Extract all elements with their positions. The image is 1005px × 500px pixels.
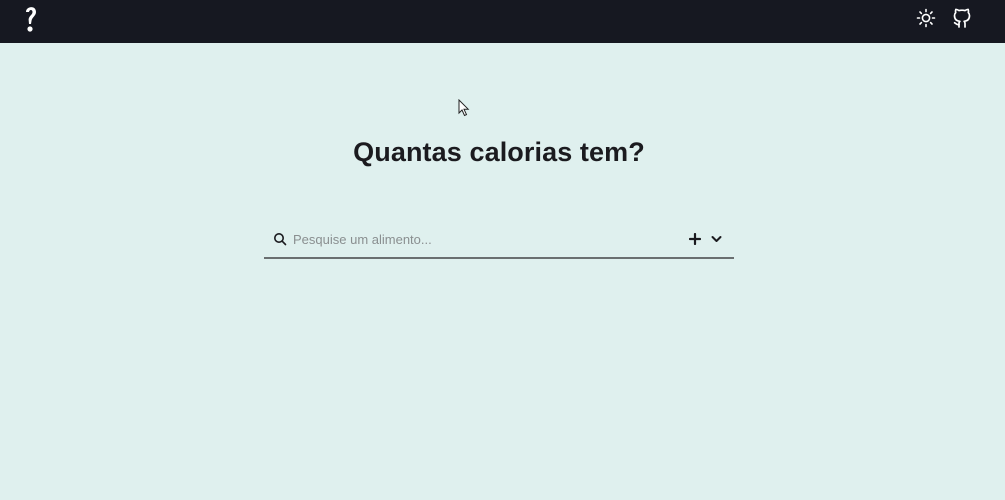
food-search-input[interactable]: [293, 228, 673, 250]
logo-link[interactable]: [20, 3, 42, 35]
search-icon: [274, 233, 287, 246]
food-search-bar: [264, 220, 734, 259]
sun-icon: [916, 8, 936, 28]
header-actions: [915, 6, 973, 30]
theme-toggle-button[interactable]: [915, 6, 937, 30]
main-content: Quantas calorias tem?: [0, 43, 1005, 500]
chevron-down-icon: [711, 236, 721, 242]
plus-icon: [689, 233, 701, 245]
github-icon: [953, 8, 971, 28]
question-mark-logo-icon: [26, 7, 36, 32]
top-navbar: [0, 0, 1005, 43]
add-food-button[interactable]: [688, 231, 702, 247]
expand-options-button[interactable]: [709, 231, 723, 247]
mouse-cursor-icon: [458, 99, 470, 117]
page-title: Quantas calorias tem?: [353, 137, 645, 167]
github-link-button[interactable]: [951, 6, 973, 30]
